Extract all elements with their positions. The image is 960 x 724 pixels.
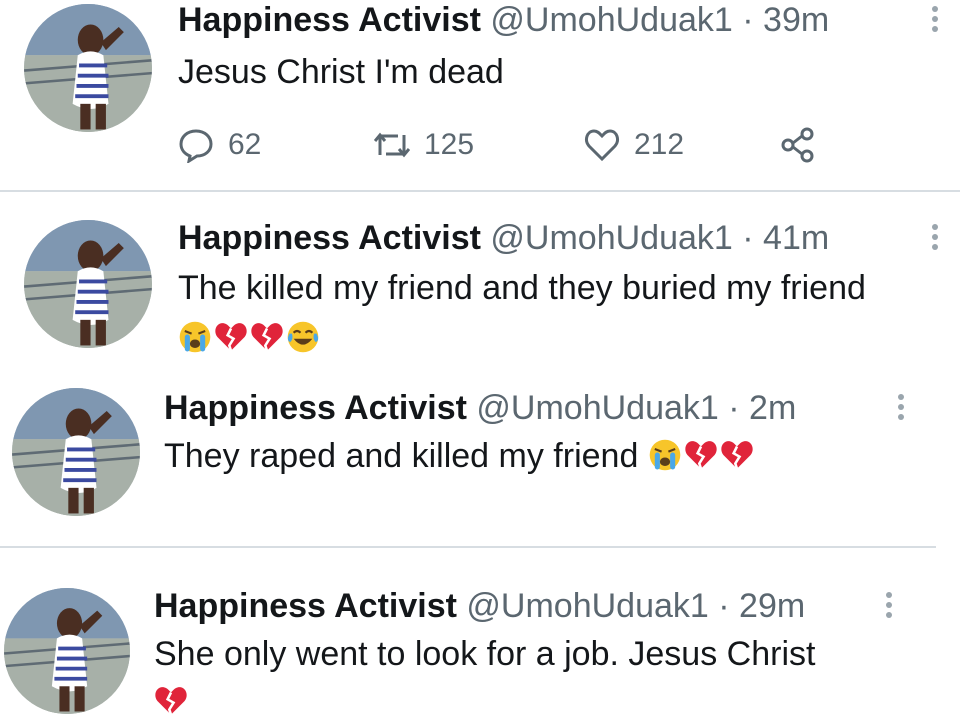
timestamp[interactable]: 41m: [763, 219, 829, 257]
face-with-tears-of-joy-icon: [286, 320, 320, 354]
broken-heart-icon: [250, 320, 284, 354]
share-icon: [781, 127, 814, 163]
more-options-icon[interactable]: [931, 6, 939, 36]
avatar[interactable]: [4, 588, 130, 714]
divider: [0, 546, 936, 548]
tweet-text-row: They raped and killed my friend: [164, 436, 756, 476]
author-name[interactable]: Happiness Activist: [178, 1, 481, 39]
author-name[interactable]: Happiness Activist: [154, 587, 457, 625]
author-name[interactable]: Happiness Activist: [164, 389, 467, 427]
more-options-icon[interactable]: [897, 394, 905, 424]
retweet-count: 125: [424, 128, 475, 161]
more-options-icon[interactable]: [931, 224, 939, 254]
heart-icon: [585, 129, 619, 162]
tweet[interactable]: Happiness Activist @UmohUduak1 · 2m They…: [0, 380, 960, 530]
separator-dot: ·: [742, 1, 754, 39]
timestamp[interactable]: 29m: [739, 587, 805, 625]
author-name[interactable]: Happiness Activist: [178, 219, 481, 257]
timestamp[interactable]: 39m: [763, 1, 829, 39]
author-handle[interactable]: @UmohUduak1: [476, 389, 718, 427]
emoji-row: [154, 682, 190, 722]
tweet-text: Jesus Christ I'm dead: [178, 53, 504, 91]
tweet-actions: 62 125 212: [178, 120, 838, 170]
reply-button[interactable]: 62: [178, 120, 261, 170]
separator-dot: ·: [742, 219, 754, 257]
tweet[interactable]: Happiness Activist @UmohUduak1 · 29m She…: [0, 566, 960, 724]
tweet-header: Happiness Activist @UmohUduak1 · 39m: [178, 0, 829, 40]
author-handle[interactable]: @UmohUduak1: [490, 1, 732, 39]
tweet-header: Happiness Activist @UmohUduak1 · 41m: [178, 218, 829, 258]
broken-heart-icon: [154, 684, 188, 718]
avatar[interactable]: [12, 388, 140, 516]
loudly-crying-face-icon: [648, 438, 682, 472]
tweet-text: The killed my friend and they buried my …: [178, 269, 866, 307]
broken-heart-icon: [720, 438, 754, 472]
tweet-text: They raped and killed my friend: [164, 437, 639, 475]
broken-heart-icon: [684, 438, 718, 472]
tweet-header: Happiness Activist @UmohUduak1 · 29m: [154, 586, 805, 626]
separator-dot: ·: [718, 587, 730, 625]
more-options-icon[interactable]: [885, 592, 893, 622]
share-button[interactable]: [780, 120, 830, 170]
loudly-crying-face-icon: [178, 320, 212, 354]
author-handle[interactable]: @UmohUduak1: [466, 587, 708, 625]
author-handle[interactable]: @UmohUduak1: [490, 219, 732, 257]
avatar[interactable]: [24, 220, 152, 348]
separator-dot: ·: [728, 389, 740, 427]
retweet-button[interactable]: 125: [374, 120, 474, 170]
emoji-row: [178, 318, 322, 358]
like-button[interactable]: 212: [584, 120, 684, 170]
tweet-header: Happiness Activist @UmohUduak1 · 2m: [164, 388, 796, 428]
avatar[interactable]: [24, 4, 152, 132]
retweet-icon: [374, 132, 410, 158]
reply-count: 62: [228, 128, 262, 161]
tweet[interactable]: Happiness Activist @UmohUduak1 · 39m Jes…: [0, 0, 960, 190]
like-count: 212: [634, 128, 685, 161]
timestamp[interactable]: 2m: [749, 389, 796, 427]
divider: [0, 190, 960, 192]
tweet-text: She only went to look for a job. Jesus C…: [154, 635, 816, 673]
tweet[interactable]: Happiness Activist @UmohUduak1 · 41m The…: [0, 206, 960, 371]
broken-heart-icon: [214, 320, 248, 354]
reply-icon: [179, 129, 213, 163]
